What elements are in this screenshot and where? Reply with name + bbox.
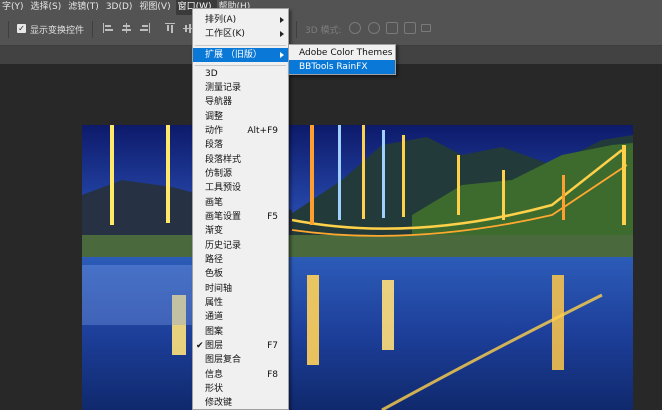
menu-item-label: 形状	[205, 384, 224, 394]
orbit-3d-icon[interactable]	[349, 22, 361, 34]
menu-type[interactable]: 字(Y)	[0, 0, 29, 15]
menu-item-label: 段落样式	[205, 155, 242, 165]
menu-item-label: 导航器	[205, 97, 233, 107]
scale-3d-icon[interactable]	[421, 24, 431, 32]
options-separator	[8, 21, 9, 38]
menu-separator	[195, 65, 286, 66]
menu-item-gradients[interactable]: 渐变	[193, 224, 288, 238]
menu-item-paragraph-styles[interactable]: 段落样式	[193, 153, 288, 167]
menu-item-label: 通道	[205, 312, 224, 322]
menu-item-paragraph[interactable]: 段落	[193, 138, 288, 152]
align-right-icon[interactable]	[139, 23, 150, 33]
menu-bar: 字(Y) 选择(S) 滤镜(T) 3D(D) 视图(V) 窗口(W) 帮助(H)	[0, 0, 662, 15]
menu-item-label: 排列(A)	[205, 15, 237, 25]
submenu-item-adobe-color-themes[interactable]: Adobe Color Themes	[289, 46, 395, 60]
menu-3d[interactable]: 3D(D)	[104, 0, 138, 15]
menu-item-label: 路径	[205, 255, 224, 265]
menu-item-workspace[interactable]: 工作区(K)	[193, 27, 288, 41]
menu-item-navigator[interactable]: 导航器	[193, 95, 288, 109]
submenu-item-label: Adobe Color Themes	[299, 48, 393, 58]
menu-item-label: 仿制源	[205, 169, 233, 179]
menu-item-label: 扩展 （旧版）	[205, 50, 262, 60]
3d-mode-label: 3D 模式:	[305, 26, 342, 36]
menu-item-label: 时间轴	[205, 284, 233, 294]
options-bar: ✓ 显示变换控件 3D 模式:	[0, 15, 662, 46]
menu-item-modifier-keys[interactable]: 修改键	[193, 396, 288, 410]
menu-item-label: 历史记录	[205, 241, 242, 251]
options-separator	[92, 21, 93, 38]
align-top-icon[interactable]	[165, 23, 176, 33]
check-icon: ✔	[196, 341, 204, 351]
slide-3d-icon[interactable]	[404, 22, 416, 34]
extensions-submenu: Adobe Color Themes BBTools RainFX	[288, 44, 396, 75]
menu-item-label: 图案	[205, 327, 224, 337]
document-image	[82, 125, 633, 410]
menu-item-shortcut: F7	[267, 341, 278, 351]
menu-item-paths[interactable]: 路径	[193, 253, 288, 267]
align-hcenter-icon[interactable]	[121, 23, 132, 33]
menu-item-brushes[interactable]: 画笔	[193, 196, 288, 210]
menu-item-properties[interactable]: 属性	[193, 296, 288, 310]
menu-item-shortcut: F8	[267, 370, 278, 380]
menu-item-label: 3D	[205, 69, 218, 79]
menu-item-label: 段落	[205, 140, 224, 150]
options-separator	[296, 21, 297, 38]
menu-item-label: 图层复合	[205, 355, 242, 365]
menu-item-shapes[interactable]: 形状	[193, 382, 288, 396]
menu-item-label: 渐变	[205, 226, 224, 236]
menu-item-history[interactable]: 历史记录	[193, 239, 288, 253]
menu-item-channels[interactable]: 通道	[193, 310, 288, 324]
menu-item-label: 工作区(K)	[205, 29, 245, 39]
menu-item-extensions[interactable]: 扩展 （旧版）	[193, 48, 288, 62]
menu-item-swatches[interactable]: 色板	[193, 267, 288, 281]
submenu-item-label: BBTools RainFX	[299, 62, 368, 72]
menu-item-label: 测量记录	[205, 83, 242, 93]
menu-item-shortcut: F5	[267, 212, 278, 222]
menu-item-clone-source[interactable]: 仿制源	[193, 167, 288, 181]
show-transform-label: 显示变换控件	[30, 26, 85, 36]
submenu-arrow-icon	[280, 17, 284, 23]
menu-item-label: 图层	[205, 341, 224, 351]
window-menu: 排列(A) 工作区(K) 扩展 （旧版） 3D 测量记录 导航器 调整 动作 Al…	[192, 8, 289, 410]
menu-item-measurement-log[interactable]: 测量记录	[193, 81, 288, 95]
align-left-icon[interactable]	[103, 23, 114, 33]
menu-item-label: 工具预设	[205, 183, 242, 193]
menu-item-brush-settings[interactable]: 画笔设置 F5	[193, 210, 288, 224]
menu-item-actions[interactable]: 动作 Alt+F9	[193, 124, 288, 138]
submenu-arrow-icon	[280, 52, 284, 58]
menu-item-label: 调整	[205, 112, 224, 122]
menu-item-label: 动作	[205, 126, 224, 136]
menu-view[interactable]: 视图(V)	[137, 0, 175, 15]
menu-item-adjustments[interactable]: 调整	[193, 110, 288, 124]
menu-item-patterns[interactable]: 图案	[193, 325, 288, 339]
menu-item-3d[interactable]: 3D	[193, 67, 288, 81]
menu-item-timeline[interactable]: 时间轴	[193, 282, 288, 296]
menu-item-layers[interactable]: ✔ 图层 F7	[193, 339, 288, 353]
menu-item-label: 属性	[205, 298, 224, 308]
roll-3d-icon[interactable]	[368, 22, 380, 34]
menu-select[interactable]: 选择(S)	[29, 0, 67, 15]
menu-item-label: 修改键	[205, 398, 233, 408]
menu-item-label: 画笔设置	[205, 212, 242, 222]
menu-item-shortcut: Alt+F9	[247, 126, 278, 136]
pan-3d-icon[interactable]	[386, 22, 398, 34]
menu-item-arrange[interactable]: 排列(A)	[193, 13, 288, 27]
show-transform-checkbox[interactable]: ✓	[17, 24, 26, 33]
menu-item-label: 画笔	[205, 198, 224, 208]
menu-separator	[195, 45, 286, 46]
menu-item-layer-comps[interactable]: 图层复合	[193, 353, 288, 367]
submenu-arrow-icon	[280, 31, 284, 37]
menu-item-label: 色板	[205, 269, 224, 279]
menu-item-label: 信息	[205, 370, 224, 380]
menu-item-tool-presets[interactable]: 工具预设	[193, 181, 288, 195]
menu-item-info[interactable]: 信息 F8	[193, 368, 288, 382]
submenu-item-bbtools-rainfx[interactable]: BBTools RainFX	[289, 60, 395, 74]
menu-filter[interactable]: 滤镜(T)	[66, 0, 104, 15]
